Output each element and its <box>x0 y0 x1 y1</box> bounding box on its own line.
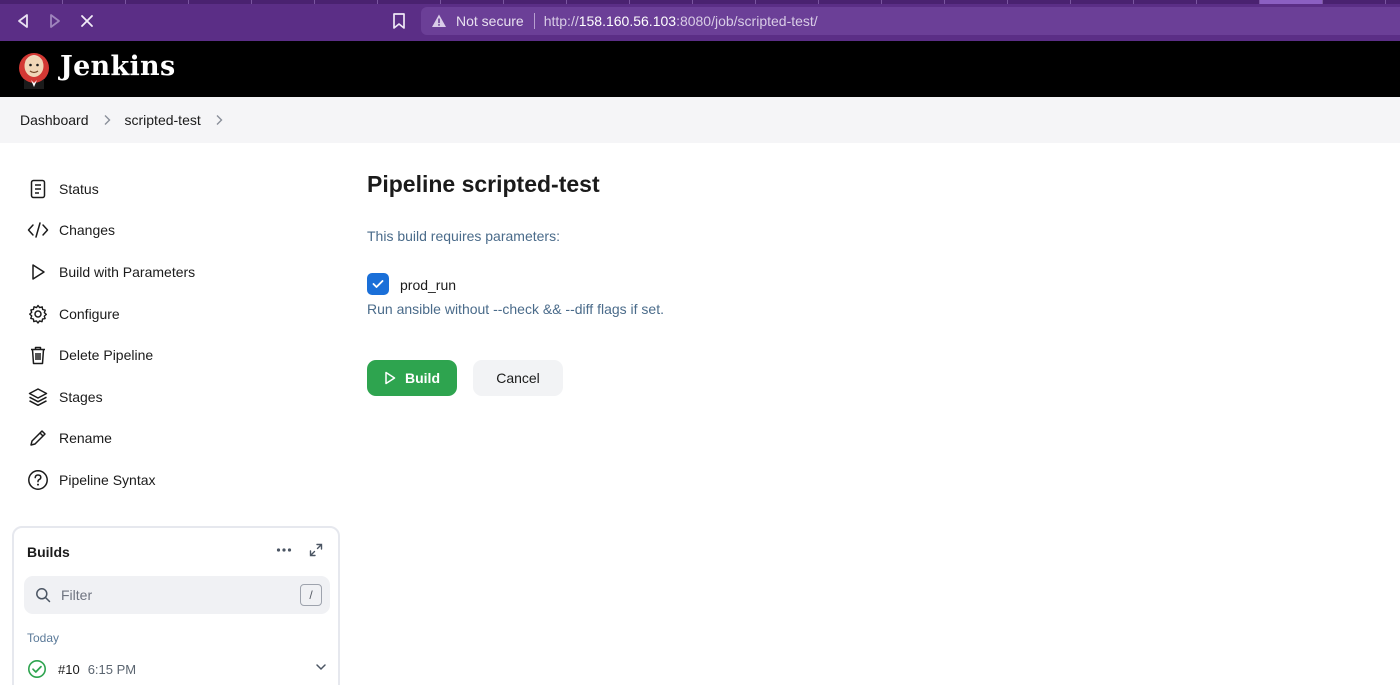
sidebar-item-build-with-parameters[interactable]: Build with Parameters <box>27 258 195 286</box>
browser-toolbar: Not secure http://158.160.56.103:8080/jo… <box>0 0 1400 41</box>
jenkins-title[interactable]: Jenkins <box>60 51 175 82</box>
browser-tab[interactable] <box>1008 0 1071 4</box>
keyboard-shortcut-badge: / <box>300 584 322 606</box>
gear-icon <box>27 303 49 325</box>
back-arrow-icon <box>18 14 28 28</box>
page-title: Pipeline scripted-test <box>367 171 600 197</box>
browser-tab[interactable] <box>315 0 378 4</box>
breadcrumb-job[interactable]: scripted-test <box>125 112 201 128</box>
sidebar-item-configure[interactable]: Configure <box>27 300 120 328</box>
sidebar-item-label: Changes <box>59 222 116 238</box>
browser-tab[interactable] <box>504 0 567 4</box>
more-options-icon[interactable] <box>275 542 293 558</box>
prod-run-checkbox[interactable] <box>367 273 389 295</box>
sidebar-item-label: Configure <box>59 306 120 322</box>
browser-tab[interactable] <box>252 0 315 4</box>
browser-tab[interactable] <box>1323 0 1386 4</box>
build-row[interactable]: #10 6:15 PM <box>27 658 327 680</box>
bookmark-button[interactable] <box>389 11 409 31</box>
code-icon <box>27 219 49 241</box>
browser-tab[interactable] <box>882 0 945 4</box>
build-button-label: Build <box>405 370 440 386</box>
build-time: 6:15 PM <box>87 661 137 677</box>
builds-filter[interactable]: / <box>24 576 330 614</box>
browser-tab[interactable] <box>0 0 63 4</box>
success-check-icon <box>28 660 46 678</box>
cancel-button-label: Cancel <box>496 370 540 386</box>
builds-filter-input[interactable] <box>61 587 281 603</box>
sidebar-item-label: Build with Parameters <box>59 264 196 280</box>
browser-tab[interactable] <box>693 0 756 4</box>
sidebar-item-label: Delete Pipeline <box>59 347 154 363</box>
jenkins-header: Jenkins <box>0 41 1400 97</box>
play-icon <box>385 371 396 385</box>
browser-tab[interactable] <box>567 0 630 4</box>
bookmark-icon <box>393 13 405 29</box>
warning-icon <box>432 14 446 27</box>
sidebar-item-label: Pipeline Syntax <box>59 472 156 488</box>
browser-tab[interactable] <box>756 0 819 4</box>
browser-tab[interactable] <box>1071 0 1134 4</box>
url-path: :8080/job/scripted-test/ <box>676 13 818 29</box>
browser-tab[interactable] <box>126 0 189 4</box>
sidebar-item-delete-pipeline[interactable]: Delete Pipeline <box>27 341 153 369</box>
sidebar-item-label: Rename <box>59 430 112 446</box>
build-number[interactable]: #10 <box>58 662 80 677</box>
builds-group-label: Today <box>27 631 60 645</box>
chevron-right-icon <box>103 114 111 126</box>
browser-tab[interactable] <box>630 0 693 4</box>
forward-arrow-icon <box>50 14 60 28</box>
browser-tab[interactable] <box>1197 0 1260 4</box>
browser-tab[interactable] <box>945 0 1008 4</box>
parameters-intro: This build requires parameters: <box>367 228 560 244</box>
help-icon <box>27 469 49 491</box>
breadcrumb-dashboard[interactable]: Dashboard <box>20 112 89 128</box>
sidebar-item-rename[interactable]: Rename <box>27 424 112 452</box>
sidebar-item-stages[interactable]: Stages <box>27 383 103 411</box>
checkmark-icon <box>372 280 384 288</box>
parameter-name[interactable]: prod_run <box>400 277 456 293</box>
breadcrumb: Dashboard scripted-test <box>0 97 1400 143</box>
url-prefix: http:// <box>543 13 579 29</box>
browser-tab[interactable] <box>378 0 441 4</box>
builds-title: Builds <box>27 544 70 560</box>
trash-icon <box>27 344 49 366</box>
browser-tab[interactable] <box>441 0 504 4</box>
forward-button[interactable] <box>45 11 65 31</box>
chevron-down-icon[interactable] <box>315 663 327 671</box>
parameter-description: Run ansible without --check && --diff fl… <box>367 301 664 317</box>
chevron-right-icon[interactable] <box>215 114 223 126</box>
sidebar-item-label: Status <box>59 181 99 197</box>
browser-tab-active[interactable] <box>1260 0 1323 4</box>
url-host: 158.160.56.103 <box>578 13 677 29</box>
tab-strip <box>0 0 1400 4</box>
stop-loading-button[interactable] <box>77 11 97 31</box>
not-secure-label[interactable]: Not secure <box>456 13 524 29</box>
cancel-button[interactable]: Cancel <box>473 360 563 396</box>
sidebar-item-status[interactable]: Status <box>27 175 99 203</box>
url-text[interactable]: http://158.160.56.103:8080/job/scripted-… <box>544 13 818 29</box>
url-divider <box>533 13 535 29</box>
layers-icon <box>27 386 49 408</box>
search-icon <box>36 588 51 603</box>
play-icon <box>27 261 49 283</box>
back-button[interactable] <box>13 11 33 31</box>
document-icon <box>27 178 49 200</box>
builds-widget: Builds / Today #10 6:15 PM <box>12 526 340 685</box>
jenkins-logo-icon[interactable] <box>18 49 50 89</box>
sidebar-item-changes[interactable]: Changes <box>27 216 115 244</box>
browser-tab[interactable] <box>1134 0 1197 4</box>
pencil-icon <box>27 427 49 449</box>
expand-icon[interactable] <box>309 543 323 557</box>
sidebar-item-pipeline-syntax[interactable]: Pipeline Syntax <box>27 466 156 494</box>
address-bar[interactable]: Not secure http://158.160.56.103:8080/jo… <box>421 7 1400 35</box>
sidebar-item-label: Stages <box>59 389 103 405</box>
browser-tab[interactable] <box>63 0 126 4</box>
browser-tab[interactable] <box>819 0 882 4</box>
build-button[interactable]: Build <box>367 360 457 396</box>
close-icon <box>81 15 93 27</box>
browser-tab[interactable] <box>189 0 252 4</box>
